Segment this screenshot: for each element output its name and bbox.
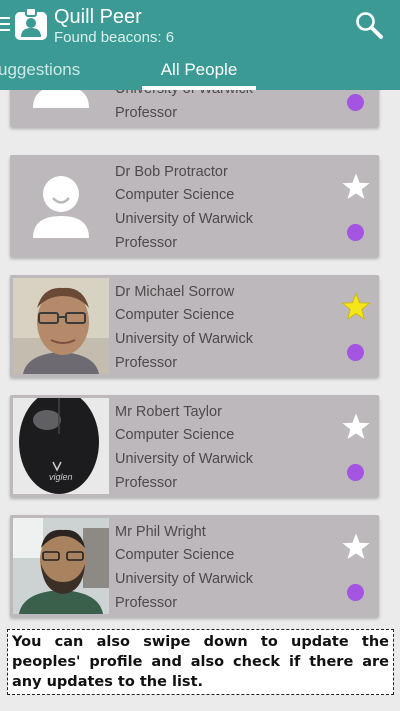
beacon-count: Found beacons: 6 xyxy=(54,29,175,46)
default-avatar-icon xyxy=(13,158,109,254)
person-name: Mr Phil Wright xyxy=(115,524,206,540)
people-list[interactable]: University of Warwick Professor Dr Bob P… xyxy=(0,90,400,627)
person-role: Professor xyxy=(115,475,178,491)
app-bar: Quill Peer Found beacons: 6 xyxy=(0,0,400,52)
person-university: University of Warwick xyxy=(115,451,254,467)
search-icon[interactable] xyxy=(354,10,384,40)
beacon-status-dot xyxy=(347,94,364,111)
person-department: Computer Science xyxy=(115,547,235,563)
person-name: Dr Michael Sorrow xyxy=(115,284,235,300)
person-card[interactable]: Dr Bob Protractor Computer Science Unive… xyxy=(10,155,379,257)
person-university: University of Warwick xyxy=(115,90,253,98)
app-title: Quill Peer xyxy=(54,6,142,28)
tutorial-tip-text: You can also swipe down to update the pe… xyxy=(12,634,389,690)
person-role: Professor xyxy=(115,595,178,611)
person-card[interactable]: Dr Michael Sorrow Computer Science Unive… xyxy=(10,275,379,377)
star-icon[interactable] xyxy=(341,292,371,322)
person-name: Mr Robert Taylor xyxy=(115,404,222,420)
person-university: University of Warwick xyxy=(115,331,254,347)
person-card[interactable]: Mr Phil Wright Computer Science Universi… xyxy=(10,515,379,617)
star-icon[interactable] xyxy=(341,532,371,562)
menu-icon[interactable] xyxy=(0,17,10,31)
tutorial-tip: You can also swipe down to update the pe… xyxy=(7,629,394,695)
photo-man-beard xyxy=(13,518,109,614)
photo-computer-mouse: viglen xyxy=(13,398,109,494)
person-card[interactable]: University of Warwick Professor xyxy=(10,90,379,127)
tab-suggestions[interactable]: uggestions xyxy=(0,52,80,90)
tab-all-people[interactable]: All People xyxy=(142,52,256,90)
star-icon[interactable] xyxy=(341,412,371,442)
person-department: Computer Science xyxy=(115,307,235,323)
person-university: University of Warwick xyxy=(115,571,254,587)
person-role: Professor xyxy=(115,355,178,371)
person-role: Professor xyxy=(115,105,178,121)
svg-text:viglen: viglen xyxy=(49,472,73,482)
person-name: Dr Bob Protractor xyxy=(115,164,228,180)
photo-man-glasses xyxy=(13,278,109,374)
tab-bar: uggestions All People xyxy=(0,52,400,90)
default-avatar-icon xyxy=(13,90,109,124)
person-department: Computer Science xyxy=(115,427,235,443)
person-university: University of Warwick xyxy=(115,211,254,227)
beacon-status-dot xyxy=(347,224,364,241)
beacon-status-dot xyxy=(347,344,364,361)
beacon-status-dot xyxy=(347,464,364,481)
person-department: Computer Science xyxy=(115,187,235,203)
person-role: Professor xyxy=(115,235,178,251)
star-icon[interactable] xyxy=(341,172,371,202)
beacon-status-dot xyxy=(347,584,364,601)
person-card[interactable]: viglen Mr Robert Taylor Computer Science… xyxy=(10,395,379,497)
badge-person-icon[interactable] xyxy=(14,7,48,41)
